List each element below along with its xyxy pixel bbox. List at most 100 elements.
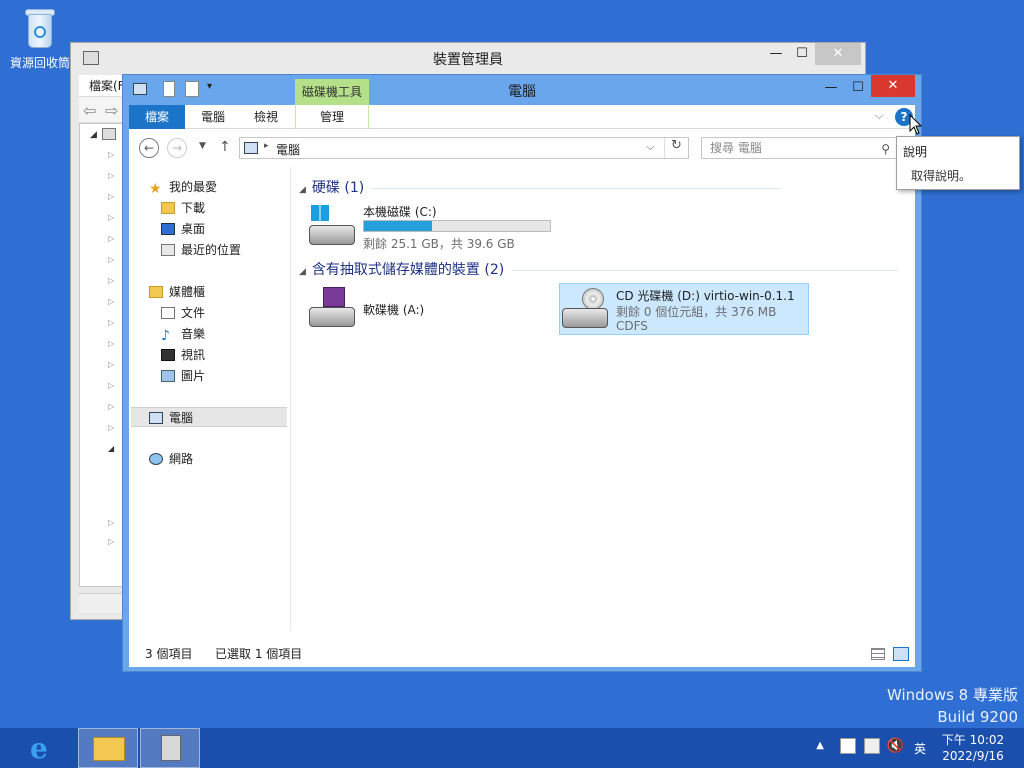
minimize-button[interactable]: — xyxy=(761,43,791,65)
section-removable[interactable]: ◢ 含有抽取式儲存媒體的裝置 (2) xyxy=(299,259,899,279)
drive-a-name[interactable]: 軟碟機 (A:) xyxy=(363,301,424,318)
nav-music[interactable]: ♪ 音樂 xyxy=(161,324,205,344)
clock[interactable]: 下午 10:02 2022/9/16 xyxy=(932,732,1014,764)
search-icon[interactable]: ⚲ xyxy=(881,139,890,159)
recycle-bin-icon xyxy=(22,6,58,50)
collapsed-arrow-icon[interactable]: ▷ xyxy=(108,150,114,159)
device-manager-taskbar-button[interactable] xyxy=(140,728,200,768)
collapsed-arrow-icon[interactable]: ▷ xyxy=(108,518,114,527)
collapsed-arrow-icon[interactable]: ▷ xyxy=(108,381,114,390)
collapsed-arrow-icon[interactable]: ▷ xyxy=(108,339,114,348)
nav-downloads[interactable]: 下載 xyxy=(161,198,205,218)
tab-computer[interactable]: 電腦 xyxy=(187,105,239,129)
show-hidden-icons-icon[interactable]: ▲ xyxy=(816,740,824,751)
refresh-icon[interactable]: ↻ xyxy=(664,138,688,158)
collapsed-arrow-icon[interactable]: ▷ xyxy=(108,360,114,369)
nav-favorites[interactable]: ★ 我的最愛 xyxy=(149,177,217,197)
nav-libraries-label: 媒體櫃 xyxy=(169,285,206,299)
input-language-indicator[interactable]: 英 xyxy=(914,740,926,757)
maximize-button[interactable]: ☐ xyxy=(791,43,813,65)
expand-arrow-icon[interactable]: ◢ xyxy=(90,130,97,140)
explorer-window[interactable]: ▾ 磁碟機工具 電腦 — ☐ ✕ 檔案 電腦 檢視 管理 ⌵ ? ← → ▼ ↑… xyxy=(122,74,922,672)
volume-muted-icon[interactable]: 🔇 xyxy=(887,738,904,754)
mouse-cursor-icon xyxy=(909,114,923,135)
nav-videos[interactable]: 視訊 xyxy=(161,345,205,365)
expand-arrow-icon[interactable]: ◢ xyxy=(108,444,114,453)
pictures-icon xyxy=(161,370,175,382)
nav-recent[interactable]: 最近的位置 xyxy=(161,240,241,260)
back-button[interactable]: ← xyxy=(139,138,159,158)
tab-file[interactable]: 檔案 xyxy=(129,105,185,129)
collapsed-arrow-icon[interactable]: ▷ xyxy=(108,234,114,243)
folder-icon xyxy=(93,737,125,761)
tab-manage[interactable]: 管理 xyxy=(295,105,369,129)
details-view-icon[interactable] xyxy=(871,648,885,660)
desktop-icon xyxy=(161,223,175,235)
watermark-edition: Windows 8 專業版 xyxy=(886,686,1018,704)
section-collapse-icon[interactable]: ◢ xyxy=(299,267,306,277)
help-popup[interactable]: 說明 取得說明。 xyxy=(896,136,1020,190)
large-icons-view-icon[interactable] xyxy=(893,647,909,661)
close-button[interactable]: ✕ xyxy=(871,75,915,97)
internet-explorer-button[interactable]: e xyxy=(16,728,76,768)
recent-places-icon xyxy=(161,244,175,256)
nav-desktop[interactable]: 桌面 xyxy=(161,219,205,239)
collapsed-arrow-icon[interactable]: ▷ xyxy=(108,255,114,264)
nav-pictures[interactable]: 圖片 xyxy=(161,366,205,386)
clock-time: 下午 10:02 xyxy=(941,733,1005,747)
minimize-button[interactable]: — xyxy=(817,77,845,99)
drive-c-name[interactable]: 本機磁碟 (C:) xyxy=(363,203,437,220)
forward-arrow-icon[interactable]: ⇨ xyxy=(105,101,118,120)
collapsed-arrow-icon[interactable]: ▷ xyxy=(108,171,114,180)
nav-network-label: 網路 xyxy=(169,452,194,466)
collapsed-arrow-icon[interactable]: ▷ xyxy=(108,192,114,201)
recycle-bin-desktop-icon[interactable]: 資源回收筒 xyxy=(6,6,74,71)
address-bar[interactable]: ▸ 電腦 ⌵ ↻ xyxy=(239,137,689,159)
downloads-folder-icon xyxy=(161,202,175,214)
breadcrumb[interactable]: 電腦 xyxy=(276,141,300,158)
address-dropdown-icon[interactable]: ⌵ xyxy=(646,140,654,154)
nav-documents[interactable]: 文件 xyxy=(161,303,205,323)
close-button[interactable]: ✕ xyxy=(815,43,861,65)
up-arrow-icon[interactable]: ↑ xyxy=(219,139,231,155)
file-explorer-button[interactable] xyxy=(78,728,138,768)
device-tree[interactable]: ◢ ▷ ▷ ▷ ▷ ▷ ▷ ▷ ▷ ▷ ▷ ▷ ▷ ▷ ▷ ◢ ▷ ▷ xyxy=(79,123,125,587)
nav-recent-label: 最近的位置 xyxy=(181,243,242,257)
collapsed-arrow-icon[interactable]: ▷ xyxy=(108,423,114,432)
internet-explorer-icon: e xyxy=(30,732,48,765)
action-center-flag-icon[interactable] xyxy=(840,738,856,754)
maximize-button[interactable]: ☐ xyxy=(845,77,871,99)
device-manager-titlebar[interactable]: 裝置管理員 — ☐ ✕ xyxy=(71,43,865,73)
explorer-title: 電腦 xyxy=(508,84,536,100)
section-collapse-icon[interactable]: ◢ xyxy=(299,185,306,195)
forward-button[interactable]: → xyxy=(167,138,187,158)
collapsed-arrow-icon[interactable]: ▷ xyxy=(108,297,114,306)
collapsed-arrow-icon[interactable]: ▷ xyxy=(108,318,114,327)
collapsed-arrow-icon[interactable]: ▷ xyxy=(108,537,114,546)
cd-disc-icon xyxy=(582,288,604,310)
recent-locations-icon[interactable]: ▼ xyxy=(199,141,206,151)
network-status-icon[interactable] xyxy=(864,738,880,754)
device-manager-title: 裝置管理員 xyxy=(433,52,503,68)
back-arrow-icon[interactable]: ⇦ xyxy=(83,101,96,120)
collapsed-arrow-icon[interactable]: ▷ xyxy=(108,213,114,222)
nav-network[interactable]: 網路 xyxy=(149,449,193,469)
tab-view[interactable]: 檢視 xyxy=(241,105,291,129)
status-selected-count: 已選取 1 個項目 xyxy=(215,647,303,661)
collapsed-arrow-icon[interactable]: ▷ xyxy=(108,276,114,285)
search-input[interactable]: 搜尋 電腦 ⚲ xyxy=(701,137,897,159)
help-popup-subtitle[interactable]: 取得說明。 xyxy=(911,167,971,184)
navigation-pane[interactable]: ★ 我的最愛 下載 桌面 最近的位置 媒體櫃 文件 ♪ 音樂 視訊 圖片 電腦 網路 xyxy=(129,167,291,631)
content-area: ★ 我的最愛 下載 桌面 最近的位置 媒體櫃 文件 ♪ 音樂 視訊 圖片 電腦 網路… xyxy=(129,167,915,667)
cd-drive-icon xyxy=(562,288,610,328)
breadcrumb-chevron-icon[interactable]: ▸ xyxy=(264,141,269,151)
nav-computer[interactable]: 電腦 xyxy=(131,407,287,427)
windows-watermark: Windows 8 專業版 Build 9200 xyxy=(887,684,1018,728)
explorer-titlebar[interactable]: ▾ 磁碟機工具 電腦 — ☐ ✕ xyxy=(123,75,921,107)
status-bar: 3 個項目 已選取 1 個項目 xyxy=(129,641,915,667)
ribbon-expand-icon[interactable]: ⌵ xyxy=(875,109,883,123)
nav-libraries[interactable]: 媒體櫃 xyxy=(149,282,205,302)
section-hdd[interactable]: ◢ 硬碟 (1) xyxy=(299,177,781,197)
drive-d-item[interactable]: CD 光碟機 (D:) virtio-win-0.1.1 剩餘 0 個位元組，共… xyxy=(559,283,809,335)
collapsed-arrow-icon[interactable]: ▷ xyxy=(108,402,114,411)
